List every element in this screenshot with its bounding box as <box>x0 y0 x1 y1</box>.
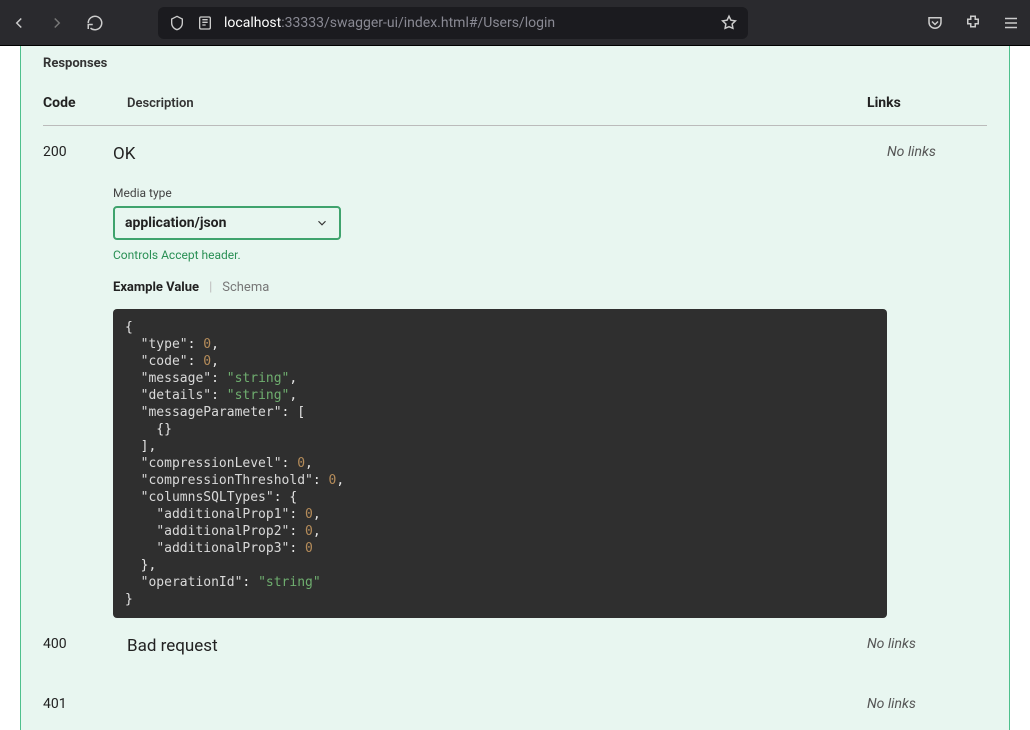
chevron-down-icon <box>315 216 329 230</box>
response-code: 400 <box>43 636 127 652</box>
response-row-400: 400 Bad request No links <box>43 618 987 678</box>
bookmark-star-icon[interactable] <box>720 14 738 32</box>
response-code: 401 <box>43 696 127 712</box>
nav-buttons <box>10 14 104 32</box>
response-desc-body <box>127 696 867 718</box>
accept-header-note: Controls Accept header. <box>113 248 887 262</box>
response-row-200: 200 OK Media type application/json Contr… <box>43 126 987 618</box>
back-icon[interactable] <box>10 14 28 32</box>
response-links: No links <box>867 696 987 712</box>
response-desc-text: Bad request <box>127 636 867 656</box>
reload-icon[interactable] <box>86 14 104 32</box>
toolbar-right <box>926 14 1020 32</box>
tab-example-value[interactable]: Example Value <box>113 280 199 295</box>
extensions-icon[interactable] <box>964 14 982 32</box>
page-body: Responses Code Description Links 200 OK … <box>0 46 1030 730</box>
response-desc-body: Bad request <box>127 636 867 678</box>
operation-block: Responses Code Description Links 200 OK … <box>20 46 1010 730</box>
pocket-icon[interactable] <box>926 14 944 32</box>
menu-icon[interactable] <box>1002 14 1020 32</box>
url-text: localhost:33333/swagger-ui/index.html#/U… <box>224 15 710 31</box>
response-links: No links <box>867 636 987 652</box>
response-code: 200 <box>43 144 113 160</box>
responses-header-row: Code Description Links <box>43 89 987 126</box>
response-desc-body: OK Media type application/json Controls … <box>113 144 887 618</box>
browser-toolbar: localhost:33333/swagger-ui/index.html#/U… <box>0 0 1030 46</box>
media-type-selected: application/json <box>125 215 226 231</box>
responses-heading: Responses <box>43 56 987 71</box>
forward-icon <box>48 14 66 32</box>
col-desc-header: Description <box>127 96 867 111</box>
url-host: localhost <box>224 15 281 31</box>
col-links-header: Links <box>867 95 987 111</box>
tab-schema[interactable]: Schema <box>222 280 269 295</box>
response-row-401: 401 No links <box>43 678 987 718</box>
example-schema-tabs: Example Value | Schema <box>113 280 887 295</box>
media-type-label: Media type <box>113 186 887 200</box>
tab-separator: | <box>209 280 212 295</box>
col-code-header: Code <box>43 95 127 111</box>
media-type-select[interactable]: application/json <box>113 206 341 240</box>
url-bar[interactable]: localhost:33333/swagger-ui/index.html#/U… <box>158 7 748 39</box>
response-desc-text: OK <box>113 144 887 164</box>
example-json-block[interactable]: { "type": 0, "code": 0, "message": "stri… <box>113 309 887 618</box>
page-info-icon[interactable] <box>196 14 214 32</box>
shield-icon[interactable] <box>168 14 186 32</box>
response-links: No links <box>887 144 987 160</box>
url-path: :33333/swagger-ui/index.html#/Users/logi… <box>281 15 555 31</box>
